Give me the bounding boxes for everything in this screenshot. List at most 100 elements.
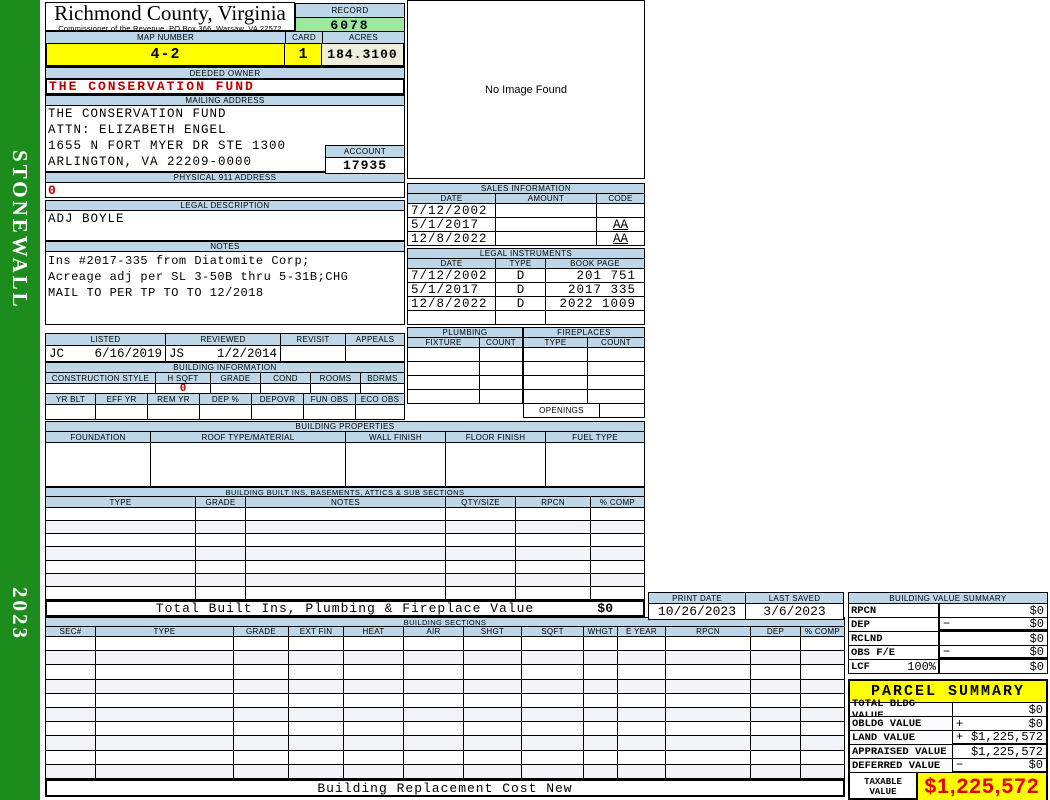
empty-cell xyxy=(246,573,446,586)
funobs-value xyxy=(304,405,356,419)
empty-cell xyxy=(404,693,464,707)
li-bookpage: 2022 1009 xyxy=(559,297,636,310)
building-information-cols1: CONSTRUCTION STYLE H SQFT GRADE COND ROO… xyxy=(45,373,405,384)
empty-cell xyxy=(522,736,584,750)
effyr-value xyxy=(96,405,148,419)
built-ins-total-row: Total Built Ins, Plumbing & Fireplace Va… xyxy=(45,600,645,617)
bvs-row: RPCN $0 xyxy=(848,604,1048,618)
bs-type-label: TYPE xyxy=(96,627,234,636)
account-value: 17935 xyxy=(325,158,405,174)
empty-cell xyxy=(408,348,480,361)
empty-cell xyxy=(446,586,516,599)
bi-type-label: TYPE xyxy=(46,497,196,507)
empty-cell xyxy=(234,679,289,693)
openings-row: OPENINGS xyxy=(523,404,645,418)
parcel-summary: PARCEL SUMMARY TOTAL BLDG VALUE $0 OBLDG… xyxy=(848,679,1048,800)
empty-row xyxy=(45,560,645,574)
empty-cell xyxy=(618,707,666,722)
empty-cell xyxy=(234,651,289,665)
empty-cell xyxy=(446,521,516,534)
rooms-label: ROOMS xyxy=(311,373,361,383)
empty-cell xyxy=(96,637,234,651)
empty-cell xyxy=(196,560,246,573)
map-number-label: MAP NUMBER xyxy=(46,32,286,43)
empty-cell xyxy=(591,574,644,586)
empty-cell xyxy=(464,750,522,764)
legal-description-label: LEGAL DESCRIPTION xyxy=(45,200,405,211)
empty-cell xyxy=(516,508,591,521)
sales-date-label: DATE xyxy=(408,194,496,203)
empty-row xyxy=(45,521,645,535)
empty-cell xyxy=(234,750,289,764)
empty-cell xyxy=(516,547,591,560)
empty-cell xyxy=(522,764,584,778)
bvs-op: − xyxy=(943,618,951,631)
bvs-value-cell: $0 xyxy=(939,604,1047,617)
empty-cell xyxy=(666,722,751,736)
empty-cell xyxy=(584,679,618,693)
acres-value: 184.3100 xyxy=(322,44,403,65)
revisit-value xyxy=(281,346,346,361)
empty-cell xyxy=(289,764,344,778)
empty-cell xyxy=(522,693,584,707)
print-date-value: 10/26/2023 xyxy=(649,604,746,619)
fireplaces-count-label: COUNT xyxy=(588,338,644,347)
empty-cell xyxy=(516,573,591,586)
ps-row: APPRAISED VALUE $1,225,572 xyxy=(850,745,1046,759)
empty-row xyxy=(523,362,645,376)
building-properties-cols: FOUNDATION ROOF TYPE/MATERIAL WALL FINIS… xyxy=(45,432,645,443)
sale-code: AA xyxy=(612,232,628,245)
legal-instrument-row-empty xyxy=(407,311,645,325)
district-name-vertical: STONEWALL xyxy=(8,150,32,310)
empty-cell xyxy=(584,722,618,736)
sale-amount xyxy=(496,232,597,245)
empty-cell xyxy=(289,707,344,722)
empty-cell xyxy=(96,665,234,679)
empty-cell xyxy=(96,750,234,764)
empty-cell xyxy=(246,508,446,521)
empty-cell xyxy=(666,679,751,693)
empty-cell xyxy=(524,362,588,375)
taxable-value: $1,225,572 xyxy=(918,773,1046,800)
review-header: LISTED REVIEWED REVISIT APPEALS xyxy=(45,333,405,346)
empty-cell xyxy=(96,722,234,736)
empty-cell xyxy=(801,680,844,693)
plumbing-cols: FIXTURE COUNT xyxy=(407,338,523,348)
empty-cell xyxy=(588,362,644,375)
notes-label: NOTES xyxy=(45,241,405,252)
bs-dep-label: DEP xyxy=(751,627,801,636)
empty-row xyxy=(45,573,645,587)
empty-cell xyxy=(196,547,246,560)
legal-instrument-row: 12/8/2022 D 2022 1009 xyxy=(407,297,645,311)
empty-cell xyxy=(46,665,96,679)
empty-cell xyxy=(344,693,404,707)
empty-cell xyxy=(289,637,344,651)
empty-cell xyxy=(464,707,522,722)
empty-cell xyxy=(234,707,289,722)
notes-line: MAIL TO PER TP TO TO 12/2018 xyxy=(48,286,264,300)
empty-cell xyxy=(480,376,522,389)
replacement-cost-row: Building Replacement Cost New xyxy=(45,779,845,797)
roof-value xyxy=(151,443,346,486)
empty-cell xyxy=(446,534,516,547)
bs-heat-label: HEAT xyxy=(344,627,404,636)
revisit-label: REVISIT xyxy=(281,334,346,345)
map-card-acres-values: 4-2 1 184.3100 xyxy=(45,44,405,67)
empty-row xyxy=(407,390,523,404)
ps-value: $1,225,572 xyxy=(970,730,1043,744)
bs-rpcn-label: RPCN xyxy=(666,627,751,636)
roof-label: ROOF TYPE/MATERIAL xyxy=(151,432,346,442)
empty-cell xyxy=(801,722,844,735)
review-values: JC 6/16/2019 JS 1/2/2014 xyxy=(45,346,405,362)
plumbing-empty-rows xyxy=(407,348,523,404)
listed-by: JC xyxy=(49,346,65,361)
ps-op: + xyxy=(956,730,964,744)
building-sections-empty-rows xyxy=(45,637,845,779)
empty-cell xyxy=(96,651,234,665)
ps-value-cell: $0 xyxy=(953,703,1046,717)
legal-instruments-cols: DATE TYPE BOOK PAGE xyxy=(407,259,645,269)
fueltype-value xyxy=(546,443,644,486)
bs-pctcomp-label: % COMP xyxy=(801,627,844,636)
taxable-row: TAXABLE VALUE $1,225,572 xyxy=(850,773,1046,800)
bvs-op: − xyxy=(943,646,951,659)
